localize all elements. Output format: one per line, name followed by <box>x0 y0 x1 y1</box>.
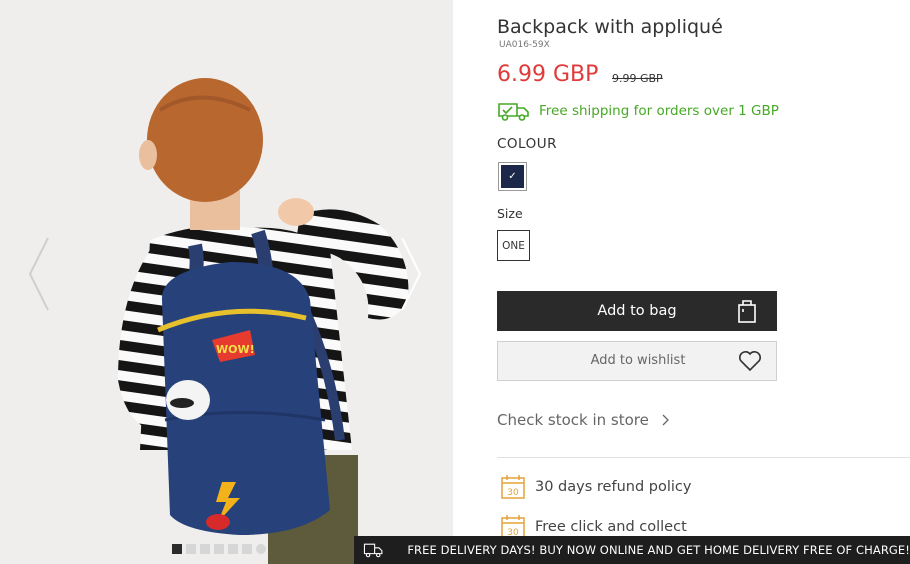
gallery-dot[interactable] <box>186 544 196 554</box>
check-stock-label: Check stock in store <box>497 411 649 429</box>
check-icon: ✓ <box>508 171 517 182</box>
gallery-next-button[interactable] <box>398 236 424 312</box>
calendar-30-icon: 30 <box>501 475 525 499</box>
free-delivery-banner[interactable]: FREE DELIVERY DAYS! BUY NOW ONLINE AND G… <box>354 536 910 564</box>
add-to-wishlist-button[interactable]: Add to wishlist <box>497 341 777 381</box>
perk-refund-policy: 30 30 days refund policy <box>500 474 691 500</box>
shipping-text: Free shipping for orders over 1 GBP <box>539 103 779 119</box>
colour-label: COLOUR <box>497 136 557 152</box>
product-details: Backpack with appliqué UA016-59X 6.99 GB… <box>497 0 910 564</box>
product-sku: UA016-59X <box>499 40 550 50</box>
chevron-right-icon <box>401 237 422 311</box>
add-to-bag-button[interactable]: Add to bag <box>497 291 777 331</box>
gallery-dot[interactable] <box>228 544 238 554</box>
gallery-dot[interactable] <box>256 544 266 554</box>
size-option-one[interactable]: ONE <box>497 230 530 261</box>
gallery-dot[interactable] <box>172 544 182 554</box>
product-photo: WOW! <box>0 0 453 564</box>
heart-icon <box>739 351 761 372</box>
perk-label: 30 days refund policy <box>535 479 692 495</box>
delivery-truck-icon <box>498 103 529 121</box>
product-title: Backpack with appliqué <box>497 16 723 38</box>
svg-text:30: 30 <box>507 488 519 498</box>
product-gallery: WOW! <box>0 0 453 564</box>
size-label: Size <box>497 206 523 221</box>
gallery-pagination <box>172 544 266 554</box>
svg-text:WOW!: WOW! <box>216 343 255 356</box>
delivery-van-icon <box>363 543 383 558</box>
add-to-wishlist-label: Add to wishlist <box>590 353 686 368</box>
product-price: 6.99 GBP <box>497 62 599 87</box>
gallery-dot[interactable] <box>200 544 210 554</box>
shopping-bag-icon <box>738 300 756 323</box>
gallery-dot[interactable] <box>214 544 224 554</box>
perk-label: Free click and collect <box>535 519 687 535</box>
gallery-prev-button[interactable] <box>26 236 52 312</box>
chevron-left-icon <box>28 237 49 311</box>
divider <box>497 457 910 458</box>
free-shipping-note: Free shipping for orders over 1 GBP <box>497 100 779 122</box>
chevron-right-icon <box>662 414 669 426</box>
swatch-fill: ✓ <box>501 165 524 188</box>
add-to-bag-label: Add to bag <box>597 303 677 319</box>
gallery-dot[interactable] <box>242 544 252 554</box>
banner-text: FREE DELIVERY DAYS! BUY NOW ONLINE AND G… <box>407 543 910 557</box>
colour-swatch-navy[interactable]: ✓ <box>498 162 527 191</box>
check-stock-link[interactable]: Check stock in store <box>497 411 669 429</box>
product-old-price: 9.99 GBP <box>612 72 663 85</box>
